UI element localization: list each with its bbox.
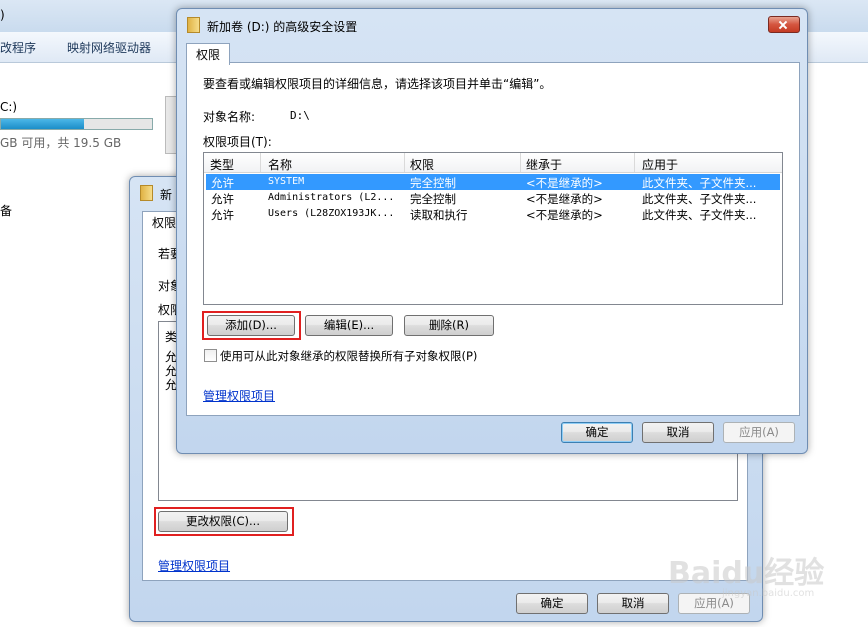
folder-icon [187,17,200,33]
advanced-security-dialog-title: 新加卷 (D:) 的高级安全设置 [207,20,358,34]
highlight-box [202,311,301,340]
column-permission[interactable]: 权限 [410,156,434,173]
column-separator [520,153,521,172]
cancel-button[interactable]: 取消 [642,422,714,443]
folder-icon [140,185,153,201]
replace-child-permissions-label[interactable]: 使用可从此对象继承的权限替换所有子对象权限(P) [220,348,477,364]
apply-button[interactable]: 应用(A) [723,422,795,443]
row-permission: 完全控制 [410,176,456,190]
watermark-logo-text: Baidu经验 [668,556,825,591]
explorer-title-fragment: ) [0,8,5,22]
highlight-box [154,507,294,536]
edit-button[interactable]: 编辑(E)... [305,315,393,336]
column-applies-to[interactable]: 应用于 [642,156,678,173]
row-inherited-from: <不是继承的> [526,192,603,206]
row-applies-to: 此文件夹、子文件夹... [642,208,757,222]
drive-c-label[interactable]: C:) [0,100,17,114]
advanced-security-dialog: 新加卷 (D:) 的高级安全设置 权限 要查看或编辑权限项目的详细信息，请选择该… [176,8,808,454]
column-name[interactable]: 名称 [268,156,292,173]
back-cancel-button[interactable]: 取消 [597,593,669,614]
toolbar-uninstall-program[interactable]: 改程序 [0,39,36,56]
table-row[interactable]: 允许 Users (L28ZOX193JK... 读取和执行 <不是继承的> 此… [206,206,780,222]
replace-child-permissions-checkbox[interactable] [204,349,217,362]
watermark-url: jingyan.baidu.com [722,588,815,599]
drive-free-space: GB 可用，共 19.5 GB [0,136,122,150]
row-applies-to: 此文件夹、子文件夹... [642,192,757,206]
close-icon[interactable] [768,16,800,33]
column-inherited-from[interactable]: 继承于 [526,156,562,173]
permission-entries-label: 权限项目(T): [203,135,272,149]
column-separator [260,153,261,172]
row-name: Users (L28ZOX193JK... [268,208,395,219]
object-name-value: D:\ [290,109,310,122]
object-name-label: 对象名称: [203,110,256,124]
explorer-side-text: 备 [0,204,13,218]
row-inherited-from: <不是继承的> [526,176,603,190]
ok-button[interactable]: 确定 [561,422,633,443]
row-permission: 完全控制 [410,192,456,206]
list-header: 类型 名称 权限 继承于 应用于 [204,153,782,173]
row-applies-to: 此文件夹、子文件夹... [642,176,757,190]
row-type: 允许 [211,176,234,190]
drive-usage-bar [0,118,153,130]
permission-entries-list[interactable]: 类型 名称 权限 继承于 应用于 允许 SYSTEM 完全控制 <不是继承的> … [203,152,783,305]
tab-permissions[interactable]: 权限 [186,43,231,65]
row-type: 允许 [211,208,234,222]
column-separator [634,153,635,172]
toolbar-map-network-drive[interactable]: 映射网络驱动器 [67,39,151,56]
drive-usage-fill [1,119,85,129]
delete-button[interactable]: 删除(R) [404,315,494,336]
back-ok-button[interactable]: 确定 [516,593,588,614]
table-row[interactable]: 允许 SYSTEM 完全控制 <不是继承的> 此文件夹、子文件夹... [206,174,780,190]
column-type[interactable]: 类型 [210,156,234,173]
column-separator [404,153,405,172]
manage-permissions-link[interactable]: 管理权限项目 [203,387,275,404]
tab-permissions-label: 权限 [196,48,221,62]
row-name: SYSTEM [268,176,305,187]
properties-dialog-title: 新 [160,188,173,202]
tab-permissions-label: 权限 [152,216,177,230]
instruction-text: 要查看或编辑权限项目的详细信息，请选择该项目并单击“编辑”。 [203,77,552,91]
row-name: Administrators (L2... [268,192,395,203]
baidu-watermark: Baidu经验 jingyan.baidu.com [668,548,828,608]
row-permission: 读取和执行 [410,208,468,222]
back-manage-permissions-link[interactable]: 管理权限项目 [158,557,230,574]
table-row[interactable]: 允许 Administrators (L2... 完全控制 <不是继承的> 此文… [206,190,780,206]
row-type: 允许 [211,192,234,206]
row-inherited-from: <不是继承的> [526,208,603,222]
